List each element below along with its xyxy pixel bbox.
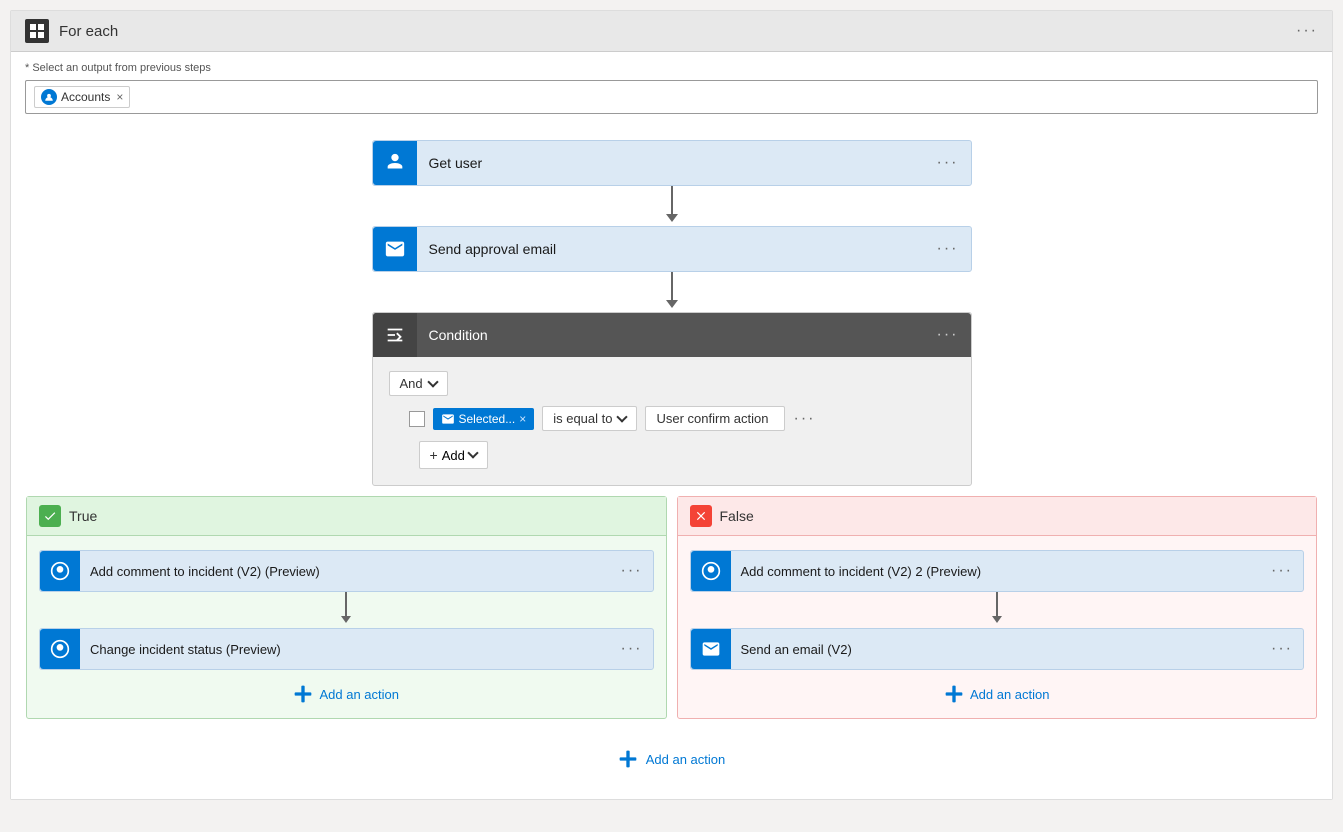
add-condition-button[interactable]: + Add — [419, 441, 488, 469]
change-incident-icon — [40, 629, 80, 669]
and-chevron-icon — [427, 376, 438, 387]
send-approval-email-more[interactable]: ··· — [925, 230, 971, 268]
true-branch-header: True — [27, 497, 666, 536]
true-add-action-button[interactable]: Add an action — [293, 684, 399, 704]
false-add-action-icon — [944, 684, 964, 704]
bottom-add-action-label: Add an action — [646, 752, 726, 767]
add-plus-icon: + — [430, 447, 438, 463]
condition-icon — [373, 313, 417, 357]
false-branch-content: Add comment to incident (V2) 2 (Preview)… — [678, 536, 1317, 718]
add-comment-2-icon — [691, 551, 731, 591]
true-badge — [39, 505, 61, 527]
accounts-tag-icon — [41, 89, 57, 105]
header-more-button[interactable]: ··· — [1296, 22, 1318, 40]
change-incident-more[interactable]: ··· — [611, 632, 653, 666]
equals-chevron-icon — [617, 411, 628, 422]
branch-arrow-true — [341, 592, 351, 628]
main-container: For each ··· * Select an output from pre… — [10, 10, 1333, 800]
arrow-1 — [666, 186, 678, 226]
add-chevron-icon — [467, 447, 478, 458]
header: For each ··· — [11, 11, 1332, 52]
condition-row-more[interactable]: ··· — [793, 410, 815, 428]
condition-body: And Selected... × is equal to — [373, 357, 971, 485]
add-comment-1-step[interactable]: Add comment to incident (V2) (Preview) ·… — [39, 550, 654, 592]
bottom-add-action-button[interactable]: Add an action — [618, 749, 726, 769]
get-user-step[interactable]: Get user ··· — [372, 140, 972, 186]
and-dropdown[interactable]: And — [389, 371, 448, 396]
condition-selected-tag: Selected... × — [433, 408, 535, 430]
branch-arrow-false — [992, 592, 1002, 628]
add-comment-2-label: Add comment to incident (V2) 2 (Preview) — [731, 556, 1262, 587]
branches: True Add comment to incident (V2) (Previ… — [11, 496, 1332, 729]
condition-block: Condition ··· And Selected... × — [372, 312, 972, 486]
add-row: + Add — [419, 441, 955, 469]
true-branch-content: Add comment to incident (V2) (Preview) ·… — [27, 536, 666, 718]
foreach-icon — [25, 19, 49, 43]
foreach-input[interactable]: Accounts × — [25, 80, 1318, 114]
false-branch: False Add comment to incident (V2) 2 (Pr… — [677, 496, 1318, 719]
condition-selected-label: Selected... — [459, 412, 516, 426]
get-user-label: Get user — [417, 145, 925, 181]
condition-tag-close[interactable]: × — [519, 412, 526, 426]
send-approval-email-label: Send approval email — [417, 231, 925, 267]
add-comment-1-icon — [40, 551, 80, 591]
add-comment-2-more[interactable]: ··· — [1261, 554, 1303, 588]
add-comment-2-step[interactable]: Add comment to incident (V2) 2 (Preview)… — [690, 550, 1305, 592]
accounts-tag-label: Accounts — [61, 90, 110, 104]
condition-checkbox[interactable] — [409, 411, 425, 427]
arrow-2 — [666, 272, 678, 312]
change-incident-label: Change incident status (Preview) — [80, 634, 611, 665]
send-email-v2-more[interactable]: ··· — [1261, 632, 1303, 666]
condition-more[interactable]: ··· — [925, 316, 971, 354]
foreach-area: * Select an output from previous steps A… — [11, 52, 1332, 130]
send-email-v2-step[interactable]: Send an email (V2) ··· — [690, 628, 1305, 670]
accounts-tag-close[interactable]: × — [116, 90, 123, 104]
condition-title: Condition — [417, 317, 925, 353]
add-comment-1-more[interactable]: ··· — [611, 554, 653, 588]
equals-label: is equal to — [553, 411, 612, 426]
false-add-action-label: Add an action — [970, 687, 1050, 702]
true-branch-label: True — [69, 508, 97, 524]
false-branch-label: False — [720, 508, 754, 524]
send-email-v2-label: Send an email (V2) — [731, 634, 1262, 665]
accounts-tag: Accounts × — [34, 86, 130, 108]
add-label: Add — [442, 448, 465, 463]
condition-equals-dropdown[interactable]: is equal to — [542, 406, 637, 431]
true-add-action-label: Add an action — [319, 687, 399, 702]
foreach-label: * Select an output from previous steps — [25, 62, 1318, 74]
condition-value-field[interactable]: User confirm action — [645, 406, 785, 431]
change-incident-step[interactable]: Change incident status (Preview) ··· — [39, 628, 654, 670]
add-comment-1-label: Add comment to incident (V2) (Preview) — [80, 556, 611, 587]
false-branch-header: False — [678, 497, 1317, 536]
send-email-v2-icon — [691, 629, 731, 669]
true-branch: True Add comment to incident (V2) (Previ… — [26, 496, 667, 719]
get-user-icon — [373, 141, 417, 185]
bottom-add-action-icon — [618, 749, 638, 769]
and-label: And — [400, 376, 423, 391]
condition-value-text: User confirm action — [656, 411, 768, 426]
header-title: For each — [59, 23, 118, 40]
true-add-action-icon — [293, 684, 313, 704]
condition-row: Selected... × is equal to User confirm a… — [409, 406, 955, 431]
false-add-action-button[interactable]: Add an action — [944, 684, 1050, 704]
send-approval-email-step[interactable]: Send approval email ··· — [372, 226, 972, 272]
send-approval-email-icon — [373, 227, 417, 271]
condition-header: Condition ··· — [373, 313, 971, 357]
get-user-more[interactable]: ··· — [925, 144, 971, 182]
flow-canvas: Get user ··· Send approval email ··· — [11, 130, 1332, 799]
header-left: For each — [25, 19, 118, 43]
false-badge — [690, 505, 712, 527]
